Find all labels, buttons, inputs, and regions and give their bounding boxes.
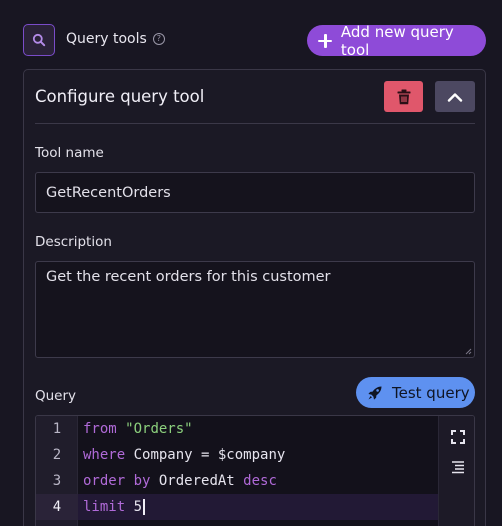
code-string: "Orders"	[125, 421, 193, 437]
tool-name-input[interactable]: GetRecentOrders	[35, 172, 475, 213]
search-icon[interactable]	[23, 24, 55, 56]
text-cursor	[143, 499, 145, 515]
add-query-tool-button[interactable]: Add new query tool	[307, 22, 486, 59]
card-title: Configure query tool	[35, 87, 205, 106]
code-area[interactable]: from "Orders" where Company = $company o…	[78, 416, 438, 526]
line-number: 1	[52, 421, 62, 437]
code-line-active[interactable]: limit 5	[78, 494, 438, 520]
code-keyword: desc	[243, 473, 277, 489]
code-line[interactable]: order by OrderedAt desc	[78, 468, 438, 494]
description-value: Get the recent orders for this customer	[46, 269, 331, 285]
line-number: 2	[52, 447, 62, 463]
line-number-gutter: 1 2 3 4	[36, 416, 78, 526]
delete-button[interactable]	[384, 81, 423, 112]
line-number: 3	[52, 473, 62, 489]
collapse-button[interactable]	[435, 81, 475, 112]
code-keyword: order by	[83, 473, 151, 489]
chevron-up-icon	[447, 92, 463, 102]
add-query-tool-label: Add new query tool	[340, 22, 454, 59]
help-icon[interactable]: ?	[152, 33, 165, 45]
format-icon[interactable]	[450, 459, 466, 475]
trash-icon	[397, 89, 410, 104]
code-text: 5	[125, 499, 143, 515]
resize-handle-icon[interactable]	[465, 348, 472, 355]
card-divider	[35, 123, 475, 124]
fullscreen-icon[interactable]	[450, 429, 466, 445]
code-keyword: from	[83, 421, 117, 437]
code-line[interactable]: from "Orders"	[78, 416, 438, 442]
tool-name-value: GetRecentOrders	[46, 184, 171, 201]
section-title-label: Query tools	[66, 31, 147, 47]
configure-query-tool-card: Configure query tool Tool name GetRecent…	[23, 69, 486, 526]
plus-icon	[318, 33, 332, 48]
code-text: Company = $company	[125, 447, 286, 463]
code-keyword: where	[83, 447, 126, 463]
code-line[interactable]: where Company = $company	[78, 442, 438, 468]
description-label: Description	[35, 234, 112, 250]
editor-toolbar	[438, 416, 474, 526]
query-tools-panel: Query tools ? Add new query tool Configu…	[0, 0, 502, 526]
rocket-icon	[368, 386, 382, 400]
description-textarea[interactable]: Get the recent orders for this customer	[35, 261, 475, 358]
query-label: Query	[35, 388, 77, 404]
test-query-label: Test query	[392, 383, 470, 402]
code-text: OrderedAt	[150, 473, 244, 489]
code-keyword: limit	[83, 499, 126, 515]
tool-name-label: Tool name	[35, 145, 104, 161]
section-title: Query tools ?	[66, 31, 165, 47]
test-query-button[interactable]: Test query	[356, 377, 475, 408]
line-number-active: 4	[36, 494, 78, 520]
query-editor[interactable]: 1 2 3 4 from "Orders" where Company = $c…	[35, 415, 475, 526]
